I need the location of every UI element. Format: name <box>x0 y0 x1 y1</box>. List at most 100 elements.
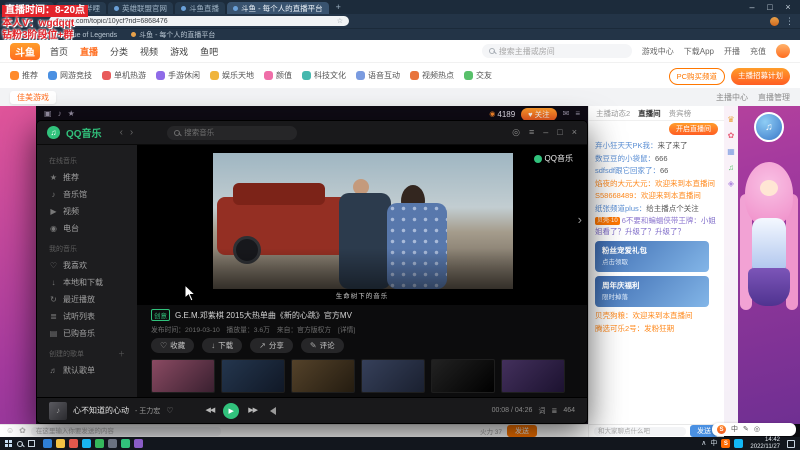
rank-icon[interactable]: ♛ <box>727 116 734 124</box>
douyu-category[interactable]: 娱乐天地 <box>210 70 254 81</box>
next-button[interactable]: ▶▶ <box>248 407 258 414</box>
qqmusic-titlebar[interactable]: ♫ QQ音乐 ‹ › ◎ ≡ – □ × <box>37 121 587 145</box>
qqmusic-back-icon[interactable]: ‹ <box>120 127 123 138</box>
task-view-icon[interactable] <box>28 440 35 447</box>
music-icon[interactable]: ♪ <box>58 110 62 118</box>
douyu-category[interactable]: 交友 <box>464 70 492 81</box>
ime-lang-toggle[interactable]: 中 <box>731 426 738 433</box>
mv-thumbnail[interactable] <box>291 359 355 393</box>
mv-thumbnail[interactable] <box>221 359 285 393</box>
qqmusic-sidebar-entry[interactable]: ♪ 音乐馆 <box>37 186 137 203</box>
ime-settings-icon[interactable]: ◎ <box>754 426 760 433</box>
douyu-header-link[interactable]: 开播 <box>724 46 740 57</box>
taskbar-app-steam[interactable] <box>108 439 117 448</box>
douyu-nav-item[interactable]: 视频 <box>140 45 158 58</box>
emoji-icon[interactable]: ☺ <box>6 427 14 435</box>
douyu-category[interactable]: 手游休闲 <box>156 70 200 81</box>
mv-action-button[interactable]: ✎ 评论 <box>300 338 344 353</box>
douyu-category[interactable]: 单机热游 <box>102 70 146 81</box>
new-tab-button[interactable]: + <box>331 2 346 12</box>
tray-qq-icon[interactable] <box>734 439 744 448</box>
room-category-tag[interactable]: 佳美游戏 <box>10 90 56 104</box>
user-avatar[interactable] <box>776 44 790 58</box>
open-live-button[interactable]: 开启直播间 <box>669 123 718 135</box>
douyu-category[interactable]: 语音互动 <box>356 70 400 81</box>
task-icon[interactable]: ▦ <box>727 148 735 156</box>
browser-menu-icon[interactable]: ⋮ <box>785 16 794 26</box>
douyu-search-box[interactable] <box>481 44 632 58</box>
taskbar-search-icon[interactable] <box>17 440 23 447</box>
qqmusic-forward-icon[interactable]: › <box>130 127 133 138</box>
previous-button[interactable]: ◀◀ <box>205 407 215 414</box>
mv-thumbnail[interactable] <box>151 359 215 393</box>
qqmusic-sidebar-entry[interactable]: 创建的歌单 ＋ <box>37 342 137 362</box>
browser-tab[interactable]: 斗鱼 - 每个人的直播平台 <box>227 2 329 14</box>
taskbar-app-qq[interactable] <box>82 439 91 448</box>
douyu-search-input[interactable] <box>498 46 625 56</box>
mv-thumbnail[interactable] <box>431 359 495 393</box>
volume-icon[interactable] <box>266 406 277 415</box>
douyu-sub-link[interactable]: 主播中心 <box>716 92 748 103</box>
qqmusic-sidebar-entry[interactable]: ♬ 默认歌单 <box>37 362 137 379</box>
douyu-nav-item[interactable]: 首页 <box>50 45 68 58</box>
qqmusic-sidebar-entry[interactable]: 我的音乐 <box>37 237 137 257</box>
sogou-logo-icon[interactable]: S <box>717 425 726 434</box>
more-icon[interactable]: ≡ <box>575 110 580 118</box>
star-icon[interactable]: ★ <box>68 110 75 118</box>
douyu-header-link[interactable]: 充值 <box>750 46 766 57</box>
taskbar-app-wechat[interactable] <box>95 439 104 448</box>
douyu-nav-item[interactable]: 鱼吧 <box>200 45 218 58</box>
mv-thumbnail[interactable] <box>501 359 565 393</box>
window-close-button[interactable]: × <box>780 2 796 12</box>
taskbar-clock[interactable]: 14:42 2022/11/27 <box>747 437 783 450</box>
danmu-input[interactable] <box>30 426 221 436</box>
douyu-category[interactable]: 科技文化 <box>302 70 346 81</box>
qqmusic-sidebar-entry[interactable]: ≣ 试听列表 <box>37 308 137 325</box>
bookmark-star-icon[interactable]: ☆ <box>337 17 343 25</box>
qqmusic-sidebar-entry[interactable]: 在线音乐 <box>37 149 137 169</box>
douyu-category[interactable]: 网游竞技 <box>48 70 92 81</box>
qqmusic-sidebar-entry[interactable]: ◉ 电台 <box>37 220 137 237</box>
follow-button[interactable]: ♥ 关注 <box>521 107 557 121</box>
tray-lang-indicator[interactable]: 中 <box>710 440 717 447</box>
browser-tab[interactable]: 英雄联盟官网 <box>108 2 173 14</box>
douyu-category[interactable]: 颜值 <box>264 70 292 81</box>
mail-icon[interactable]: ✉ <box>563 110 570 118</box>
camera-icon[interactable]: ▣ <box>44 110 52 118</box>
notification-center-icon[interactable] <box>787 439 795 448</box>
chat-input[interactable] <box>594 426 686 436</box>
url-field[interactable]: douyu.com/topic/10ycf?rid=6868476 ☆ <box>48 16 349 26</box>
douyu-nav-item[interactable]: 游戏 <box>170 45 188 58</box>
gift-small-icon[interactable]: ✿ <box>19 427 26 435</box>
mv-video-frame[interactable] <box>213 153 513 289</box>
ime-pen-icon[interactable]: ✎ <box>743 426 749 433</box>
play-button[interactable]: ▶ <box>223 402 240 419</box>
lyric-button[interactable]: 词 <box>538 406 545 416</box>
taskbar-app-qqmusic[interactable] <box>121 439 130 448</box>
carousel-next-icon[interactable]: › <box>578 213 582 226</box>
douyu-logo[interactable]: 斗鱼 <box>10 42 40 60</box>
chat-tab[interactable]: 主播动态2 <box>596 108 630 119</box>
tray-sogou-icon[interactable]: S <box>721 439 731 448</box>
promo-button[interactable]: 主播招募计划 <box>731 68 790 85</box>
chat-tab[interactable]: 直播间 <box>638 108 661 119</box>
like-song-icon[interactable]: ♡ <box>166 406 173 415</box>
douyu-nav-item[interactable]: 分类 <box>110 45 128 58</box>
add-playlist-icon[interactable]: ＋ <box>118 349 125 359</box>
browser-tab[interactable]: 斗鱼直播 <box>175 2 225 14</box>
taskbar-app-obs[interactable] <box>134 439 143 448</box>
douyu-category[interactable]: 推荐 <box>10 70 38 81</box>
taskbar-app-chrome[interactable] <box>69 439 78 448</box>
mv-action-button[interactable]: ↗ 分享 <box>250 338 293 353</box>
window-maximize-button[interactable]: □ <box>762 2 778 12</box>
mv-thumbnail[interactable] <box>361 359 425 393</box>
taskbar-app-edge[interactable] <box>43 439 52 448</box>
qqmusic-sidebar-entry[interactable]: ↓ 本地和下载 <box>37 274 137 291</box>
douyu-nav-item[interactable]: 直播 <box>80 45 98 58</box>
qqmusic-settings-icon[interactable]: ◎ <box>512 128 520 137</box>
qqmusic-sidebar-entry[interactable]: ▤ 已购音乐 <box>37 325 137 342</box>
douyu-header-link[interactable]: 游戏中心 <box>642 46 674 57</box>
mv-action-button[interactable]: ♡ 收藏 <box>151 338 195 353</box>
chat-tab[interactable]: 贵宾榜 <box>669 108 692 119</box>
window-minimize-button[interactable]: – <box>744 2 760 12</box>
